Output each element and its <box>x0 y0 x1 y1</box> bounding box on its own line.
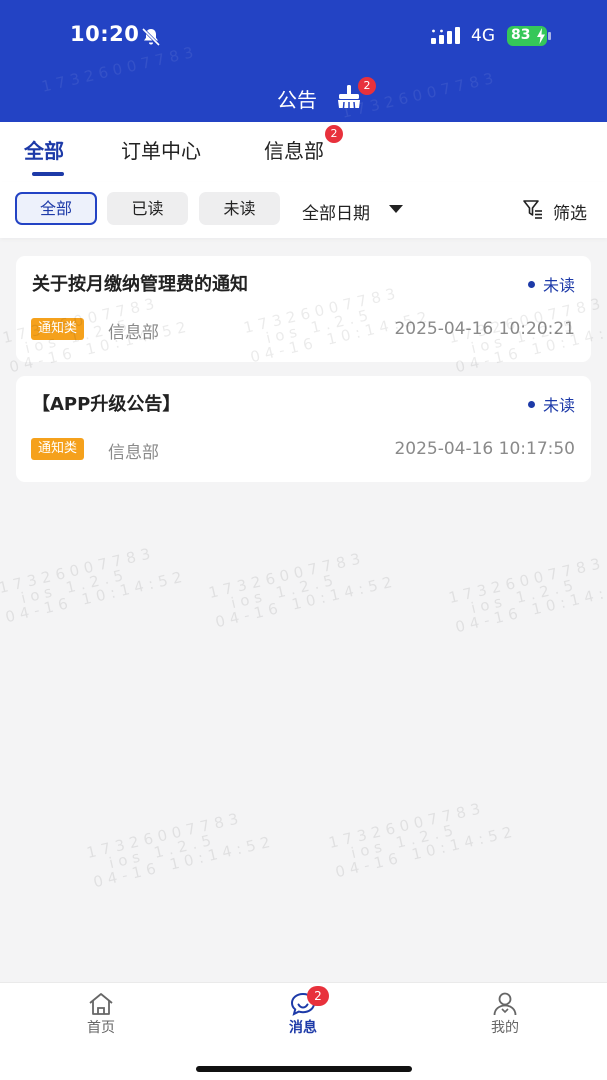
notice-department: 信息部 <box>108 443 159 463</box>
messages-badge: 2 <box>307 986 329 1006</box>
nav-profile-label: 我的 <box>491 1020 519 1036</box>
status-bar: 10:20 4G 83 <box>0 0 607 72</box>
bell-muted-icon <box>141 27 161 47</box>
tab-order-center[interactable]: 订单中心 <box>121 135 201 164</box>
watermark: 17326007783 ios 1.2.5 04-16 10:14:52 <box>84 808 277 892</box>
notice-status: 未读 <box>527 392 575 416</box>
home-icon <box>89 993 113 1015</box>
nav-profile[interactable]: 我的 <box>404 983 606 1053</box>
battery-indicator: 83 <box>507 26 551 46</box>
charging-bolt-icon <box>537 28 545 44</box>
date-filter-dropdown[interactable]: 全部日期 <box>302 199 370 224</box>
page-title: 公告 <box>277 88 317 112</box>
network-type: 4G <box>471 26 495 46</box>
tab-all[interactable]: 全部 <box>24 135 64 164</box>
active-tab-indicator <box>32 172 64 176</box>
status-time: 10:20 <box>70 22 140 46</box>
filter-chip-all[interactable]: 全部 <box>15 192 97 225</box>
filter-bar: 全部 已读 未读 全部日期 <box>0 182 607 238</box>
nav-home[interactable]: 首页 <box>0 983 202 1053</box>
notice-card[interactable]: 关于按月缴纳管理费的通知 未读 通知类 信息部 2025-04-16 10:20… <box>16 256 591 362</box>
watermark: 17326007783 ios 1.2.5 04-16 10:14:52 <box>326 798 519 882</box>
notice-tag: 通知类 <box>31 438 85 460</box>
battery-level: 83 <box>511 27 531 43</box>
filter-chip-unread[interactable]: 未读 <box>199 192 280 225</box>
home-indicator <box>196 1066 412 1072</box>
notice-time: 2025-04-16 10:17:50 <box>394 439 575 459</box>
nav-messages[interactable]: 消息 <box>202 983 404 1053</box>
caret-down-icon[interactable] <box>389 204 403 214</box>
notice-time: 2025-04-16 10:20:21 <box>394 319 575 339</box>
notice-title: 【APP升级公告】 <box>32 394 181 415</box>
filter-icon[interactable] <box>522 198 544 220</box>
clear-badge: 2 <box>358 77 376 95</box>
app-header: 10:20 4G 83 17326007783 17326007783 公告 2 <box>0 0 607 122</box>
notice-department: 信息部 <box>108 323 159 343</box>
profile-icon <box>493 992 517 1016</box>
filter-chip-read[interactable]: 已读 <box>107 192 188 225</box>
watermark: 17326007783 ios 1.2.5 04-16 10:14:52 <box>206 548 399 632</box>
watermark: 17326007783 ios 1.2.5 04-16 10:14:52 <box>446 553 607 637</box>
notice-tag: 通知类 <box>31 318 85 340</box>
unread-dot <box>527 401 535 408</box>
category-tabs: 全部 订单中心 信息部 <box>0 122 607 182</box>
tab-info-dept[interactable]: 信息部 <box>264 135 324 164</box>
tab-info-dept-badge: 2 <box>325 125 343 143</box>
nav-messages-label: 消息 <box>289 1020 317 1036</box>
unread-dot <box>527 281 535 288</box>
filter-button-label[interactable]: 筛选 <box>553 199 587 224</box>
nav-home-label: 首页 <box>87 1020 115 1036</box>
watermark: 17326007783 ios 1.2.5 04-16 10:14:52 <box>0 543 189 627</box>
signal-icon <box>431 27 460 44</box>
notice-status: 未读 <box>527 272 575 296</box>
notice-title: 关于按月缴纳管理费的通知 <box>32 274 248 295</box>
notice-card[interactable]: 【APP升级公告】 未读 通知类 信息部 2025-04-16 10:17:50 <box>16 376 591 482</box>
